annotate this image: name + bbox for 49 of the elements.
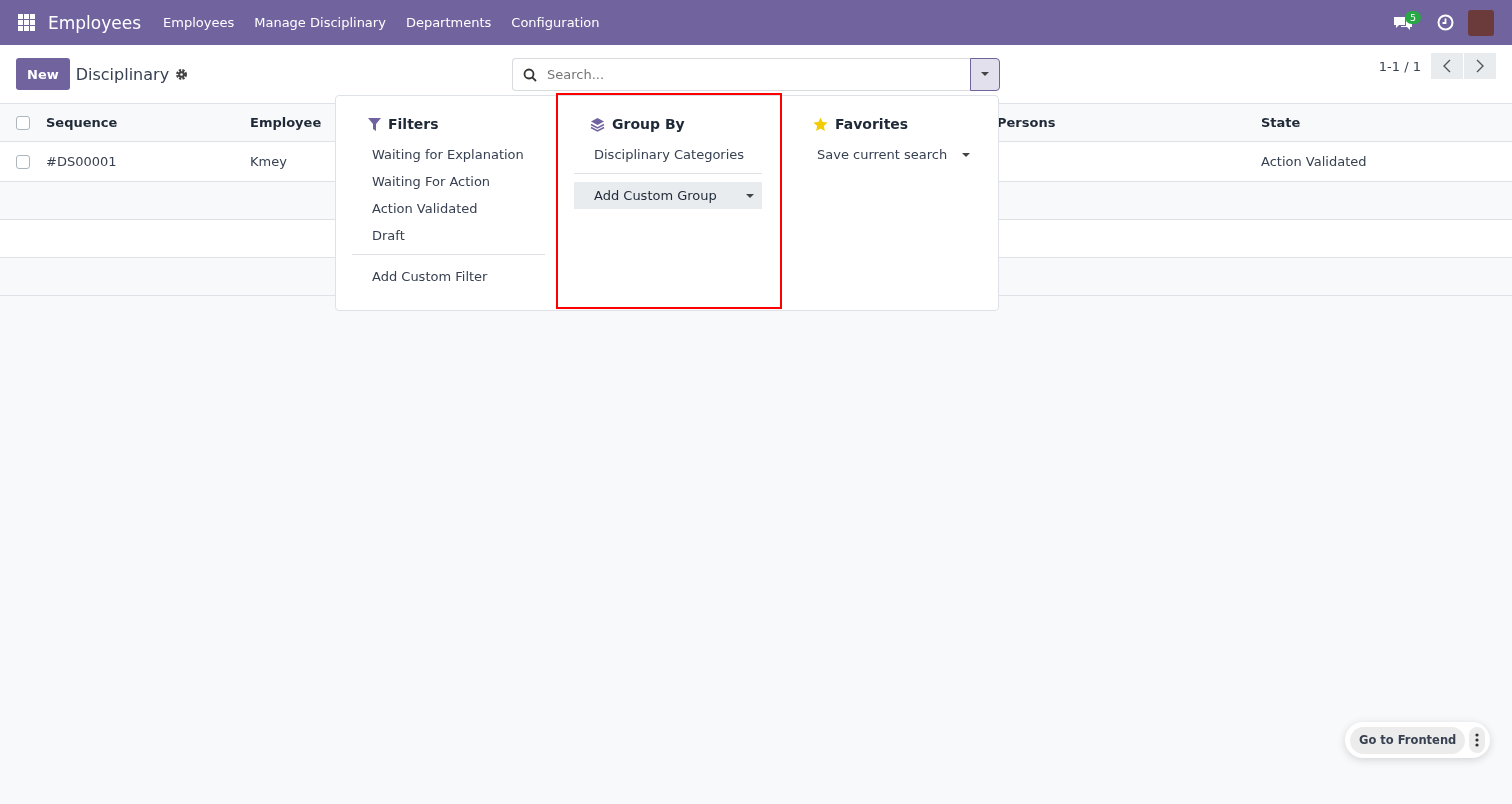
add-custom-group-select[interactable]: Add Custom Group bbox=[574, 182, 762, 209]
select-all-checkbox[interactable] bbox=[16, 115, 30, 130]
caret-icon bbox=[981, 72, 989, 76]
page-title: Disciplinary bbox=[75, 64, 170, 84]
table-cell: Kmey bbox=[250, 154, 287, 169]
kebab-icon bbox=[1475, 733, 1480, 747]
dropdown-item[interactable]: Waiting For Action bbox=[352, 168, 545, 195]
more-options-button[interactable] bbox=[1469, 727, 1486, 753]
menu-item[interactable]: Manage Disciplinary bbox=[244, 15, 396, 30]
menu-item[interactable]: Configuration bbox=[501, 15, 610, 30]
section-title: Favorites bbox=[835, 116, 909, 132]
dropdown-item[interactable]: Disciplinary Categories bbox=[574, 141, 762, 168]
go-to-frontend-button[interactable]: Go to Frontend bbox=[1350, 726, 1466, 754]
search-options-toggle[interactable] bbox=[970, 57, 1000, 91]
menu-item[interactable]: Employees bbox=[153, 15, 245, 30]
chevron-left-icon bbox=[1443, 59, 1451, 73]
column-header[interactable]: Sequence bbox=[46, 115, 118, 130]
save-search-toggle[interactable]: Save current search bbox=[797, 141, 982, 168]
gear-icon bbox=[175, 67, 189, 81]
search-field[interactable]: Search... bbox=[512, 57, 970, 91]
column-header[interactable]: Persons bbox=[997, 115, 1056, 130]
caret-icon bbox=[962, 152, 970, 157]
column-header[interactable]: State bbox=[1261, 115, 1301, 130]
dropdown-item[interactable]: Action Validated bbox=[352, 195, 545, 222]
table-cell: Action Validated bbox=[1261, 154, 1367, 169]
app-name[interactable]: Employees bbox=[48, 12, 142, 33]
apps-grid-icon[interactable] bbox=[18, 14, 35, 31]
table-cell: #DS00001 bbox=[46, 154, 117, 169]
menu-item[interactable]: Departments bbox=[395, 15, 502, 30]
search-icon bbox=[523, 67, 537, 82]
section-title: Filters bbox=[388, 116, 439, 132]
pager-value: 1-1 / 1 bbox=[1378, 58, 1421, 74]
clock-icon bbox=[1437, 14, 1454, 31]
avatar-placeholder[interactable] bbox=[1468, 9, 1494, 36]
section-title: Group By bbox=[612, 116, 685, 132]
layers-icon bbox=[590, 116, 605, 132]
add-custom-filter[interactable]: Add Custom Filter bbox=[352, 263, 545, 290]
message-count-badge: 5 bbox=[1405, 10, 1422, 24]
chevron-right-icon bbox=[1476, 59, 1484, 73]
dropdown-item[interactable]: Waiting for Explanation bbox=[352, 141, 545, 168]
caret-icon bbox=[746, 193, 754, 198]
row-checkbox[interactable] bbox=[16, 154, 30, 169]
new-button[interactable]: New bbox=[16, 58, 70, 90]
star-icon bbox=[813, 116, 828, 132]
funnel-icon bbox=[368, 117, 381, 131]
next-page-button[interactable] bbox=[1464, 53, 1496, 79]
dropdown-item[interactable]: Draft bbox=[352, 222, 545, 249]
previous-page-button[interactable] bbox=[1431, 53, 1463, 79]
column-header[interactable]: Employee bbox=[250, 115, 322, 130]
